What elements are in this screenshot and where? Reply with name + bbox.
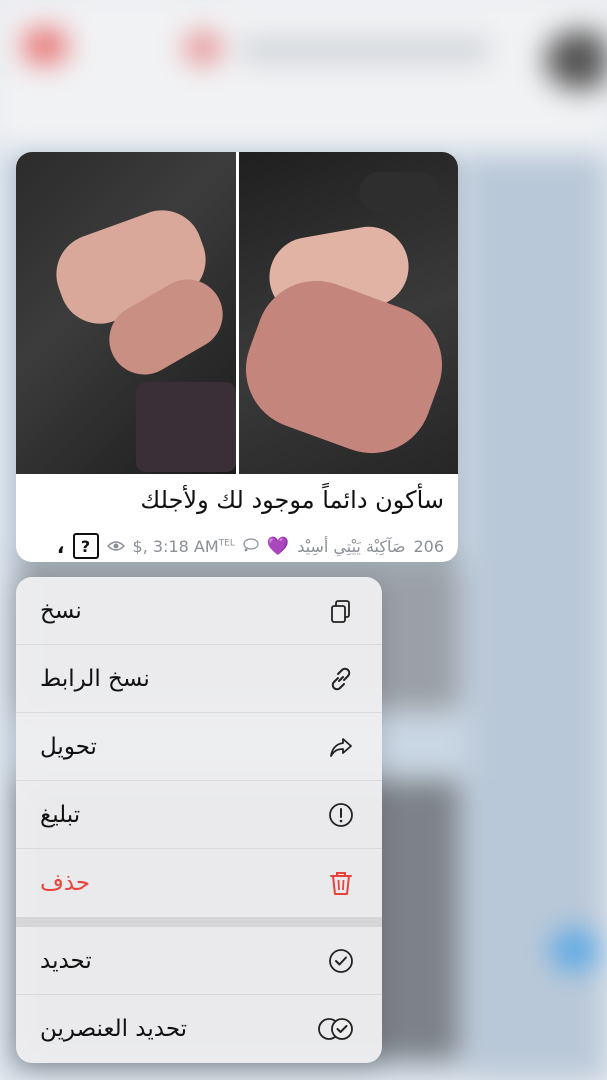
menu-item-label: حذف bbox=[40, 870, 91, 896]
menu-item-label: تحويل bbox=[40, 733, 97, 760]
menu-item-label: تحديد bbox=[40, 947, 92, 974]
photo-album[interactable] bbox=[16, 152, 458, 474]
comma-mark: ، bbox=[56, 534, 65, 558]
menu-item-select[interactable]: تحديد bbox=[16, 927, 382, 995]
message-text: سأكون دائماً موجود لك ولأجلك bbox=[140, 486, 444, 514]
checkmark-circle-icon bbox=[328, 948, 354, 974]
photo-left[interactable] bbox=[16, 152, 236, 474]
views-count: 206 bbox=[413, 536, 444, 556]
reaction-name: صَآكِبْة يَيْتِي أسِيْد bbox=[297, 536, 406, 556]
message-meta: 206 صَآكِبْة يَيْتِي أسِيْد 💜 $, 3:18 AM… bbox=[30, 532, 444, 560]
copy-icon bbox=[328, 598, 354, 624]
context-menu: نسخ نسخ الرابط تحويل تبليغ حذف تحديد تحد… bbox=[16, 577, 382, 1063]
heart-icon: 💜 bbox=[266, 535, 290, 557]
photo-right[interactable] bbox=[238, 152, 458, 474]
unknown-emoji-box: ? bbox=[72, 533, 99, 559]
menu-item-label: نسخ bbox=[40, 597, 82, 624]
menu-item-delete[interactable]: حذف bbox=[16, 849, 382, 917]
trash-icon bbox=[328, 870, 354, 896]
menu-item-select-both[interactable]: تحديد العنصرين bbox=[16, 995, 382, 1063]
forward-icon bbox=[328, 734, 354, 760]
eye-icon bbox=[106, 537, 125, 556]
menu-item-report[interactable]: تبليغ bbox=[16, 781, 382, 849]
menu-item-label: تبليغ bbox=[40, 801, 81, 828]
menu-item-copy[interactable]: نسخ bbox=[16, 577, 382, 645]
menu-item-copy-link[interactable]: نسخ الرابط bbox=[16, 645, 382, 713]
message-status: $, 3:18 AMTEL bbox=[132, 536, 235, 556]
message-bubble[interactable]: سأكون دائماً موجود لك ولأجلك 206 صَآكِبْ… bbox=[16, 152, 458, 562]
menu-item-label: تحديد العنصرين bbox=[40, 1016, 188, 1042]
link-icon bbox=[328, 666, 354, 692]
report-icon bbox=[328, 802, 354, 828]
thought-bubble-icon bbox=[243, 537, 259, 556]
double-check-circle-icon bbox=[318, 1016, 354, 1042]
menu-item-label: نسخ الرابط bbox=[40, 665, 150, 692]
menu-item-forward[interactable]: تحويل bbox=[16, 713, 382, 781]
menu-separator bbox=[16, 917, 382, 927]
